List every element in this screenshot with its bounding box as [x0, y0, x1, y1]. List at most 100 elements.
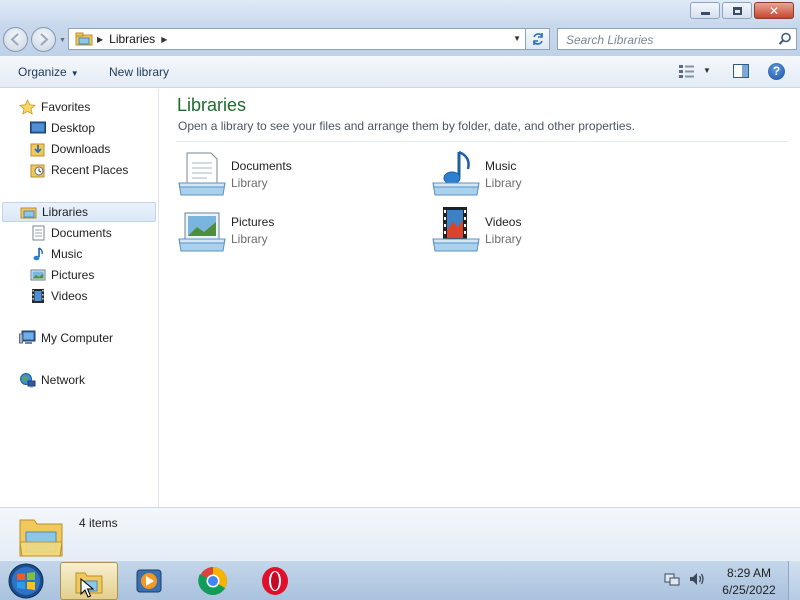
organize-button[interactable]: Organize ▼ — [18, 65, 79, 79]
back-arrow-icon — [10, 33, 19, 46]
sidebar-item-music[interactable]: Music — [30, 244, 82, 264]
taskbar-opera[interactable] — [246, 562, 304, 600]
forward-arrow-icon — [40, 33, 49, 46]
start-button[interactable] — [6, 562, 46, 600]
mouse-pointer-icon — [80, 578, 94, 598]
documents-library-icon — [178, 152, 226, 196]
help-icon[interactable]: ? — [768, 63, 785, 80]
library-kind: Library — [485, 232, 522, 246]
network-status-icon[interactable] — [664, 571, 680, 587]
library-kind: Library — [231, 176, 268, 190]
back-button[interactable] — [3, 27, 28, 52]
close-button[interactable]: ✕ — [754, 2, 794, 19]
breadcrumb-chevron-icon[interactable]: ▶ — [161, 35, 167, 44]
refresh-icon — [532, 33, 543, 45]
sidebar-item-label: Network — [41, 373, 86, 387]
library-kind: Library — [231, 232, 268, 246]
favorites-star-icon — [19, 99, 36, 115]
recent-pages-dropdown[interactable]: ▼ — [59, 37, 66, 44]
maximize-icon — [732, 6, 742, 15]
maximize-button[interactable] — [722, 2, 752, 19]
sidebar-item-my-computer[interactable]: My Computer — [19, 328, 113, 348]
volume-icon[interactable] — [688, 571, 706, 587]
organize-label: Organize — [18, 65, 67, 79]
explorer-window: ✕ ▼ ▶ Libraries ▶ ▼ Search Libraries Org… — [0, 0, 800, 560]
sidebar-item-favorites[interactable]: Favorites — [19, 97, 90, 117]
taskbar-media-player[interactable] — [120, 562, 178, 600]
taskbar: 8:29 AM 6/25/2022 — [0, 560, 800, 600]
sidebar-item-pictures[interactable]: Pictures — [30, 265, 94, 285]
command-bar: Organize ▼ New library ▼ ? — [0, 56, 800, 88]
search-input[interactable]: Search Libraries — [557, 28, 797, 50]
search-icon[interactable] — [778, 32, 792, 46]
chrome-icon — [198, 567, 227, 595]
libraries-folder-icon — [75, 32, 93, 46]
library-name: Pictures — [231, 215, 275, 229]
library-kind: Library — [485, 176, 522, 190]
navigation-bar: ▼ ▶ Libraries ▶ ▼ Search Libraries — [0, 24, 800, 56]
pictures-icon — [30, 269, 46, 281]
breadcrumb-separator-icon[interactable]: ▶ — [97, 35, 103, 44]
libraries-icon — [20, 207, 37, 219]
change-view-icon[interactable] — [678, 64, 696, 80]
sidebar-item-label: Favorites — [41, 100, 91, 114]
library-tile-music[interactable]: Music Library — [431, 149, 631, 199]
library-name: Documents — [231, 159, 292, 173]
navigation-pane: Favorites Desktop Downloads Recent Place… — [0, 89, 159, 507]
close-icon: ✕ — [768, 3, 780, 18]
library-tile-documents[interactable]: Documents Library — [177, 149, 377, 199]
music-icon — [33, 247, 43, 261]
search-placeholder: Search Libraries — [566, 33, 654, 47]
item-count: 4 items — [79, 516, 118, 530]
minimize-button[interactable] — [690, 2, 720, 19]
page-subtitle: Open a library to see your files and arr… — [178, 119, 635, 133]
sidebar-item-libraries[interactable]: Libraries — [2, 202, 156, 222]
network-icon — [20, 373, 36, 388]
minimize-icon — [700, 11, 710, 15]
recent-places-icon — [30, 164, 45, 178]
sidebar-item-label: My Computer — [41, 331, 114, 345]
content-pane: Libraries Open a library to see your fil… — [160, 89, 800, 507]
media-player-icon — [136, 569, 162, 593]
sidebar-item-downloads[interactable]: Downloads — [30, 139, 110, 159]
library-tile-videos[interactable]: Videos Library — [431, 205, 631, 255]
sidebar-item-videos[interactable]: Videos — [30, 286, 87, 306]
sidebar-item-label: Libraries — [42, 205, 89, 219]
title-bar[interactable]: ✕ — [0, 0, 800, 24]
sidebar-item-desktop[interactable]: Desktop — [30, 118, 95, 138]
show-desktop-button[interactable] — [788, 561, 800, 600]
computer-icon — [19, 330, 36, 344]
libraries-large-icon — [19, 519, 63, 557]
music-library-icon — [432, 150, 480, 196]
caption-buttons: ✕ — [690, 2, 794, 19]
videos-library-icon — [432, 207, 480, 252]
chevron-down-icon: ▼ — [70, 69, 79, 78]
library-name: Videos — [485, 215, 522, 229]
preview-pane-icon[interactable] — [733, 64, 749, 78]
address-bar[interactable]: ▶ Libraries ▶ ▼ — [68, 28, 526, 50]
sidebar-item-label: Music — [51, 247, 83, 261]
system-tray — [664, 571, 706, 587]
clock[interactable]: 8:29 AM 6/25/2022 — [716, 565, 782, 599]
desktop-icon — [30, 121, 46, 134]
breadcrumb-libraries[interactable]: Libraries — [109, 32, 155, 46]
refresh-button[interactable] — [526, 28, 550, 50]
header-divider — [176, 141, 788, 142]
sidebar-item-network[interactable]: Network — [19, 370, 85, 390]
opera-icon — [262, 567, 288, 595]
forward-button[interactable] — [31, 27, 56, 52]
sidebar-item-documents[interactable]: Documents — [30, 223, 112, 243]
library-tile-pictures[interactable]: Pictures Library — [177, 205, 377, 255]
sidebar-item-label: Recent Places — [51, 163, 129, 177]
new-library-button[interactable]: New library — [109, 65, 169, 79]
clock-date: 6/25/2022 — [722, 583, 776, 597]
sidebar-item-recent-places[interactable]: Recent Places — [30, 160, 128, 180]
view-options-dropdown-icon[interactable]: ▼ — [703, 66, 711, 75]
clock-time: 8:29 AM — [726, 566, 772, 580]
sidebar-item-label: Desktop — [51, 121, 96, 135]
sidebar-item-label: Pictures — [51, 268, 95, 282]
sidebar-item-label: Documents — [51, 226, 112, 240]
address-dropdown-icon[interactable]: ▼ — [513, 34, 521, 43]
pictures-library-icon — [178, 212, 226, 252]
taskbar-chrome[interactable] — [184, 562, 242, 600]
